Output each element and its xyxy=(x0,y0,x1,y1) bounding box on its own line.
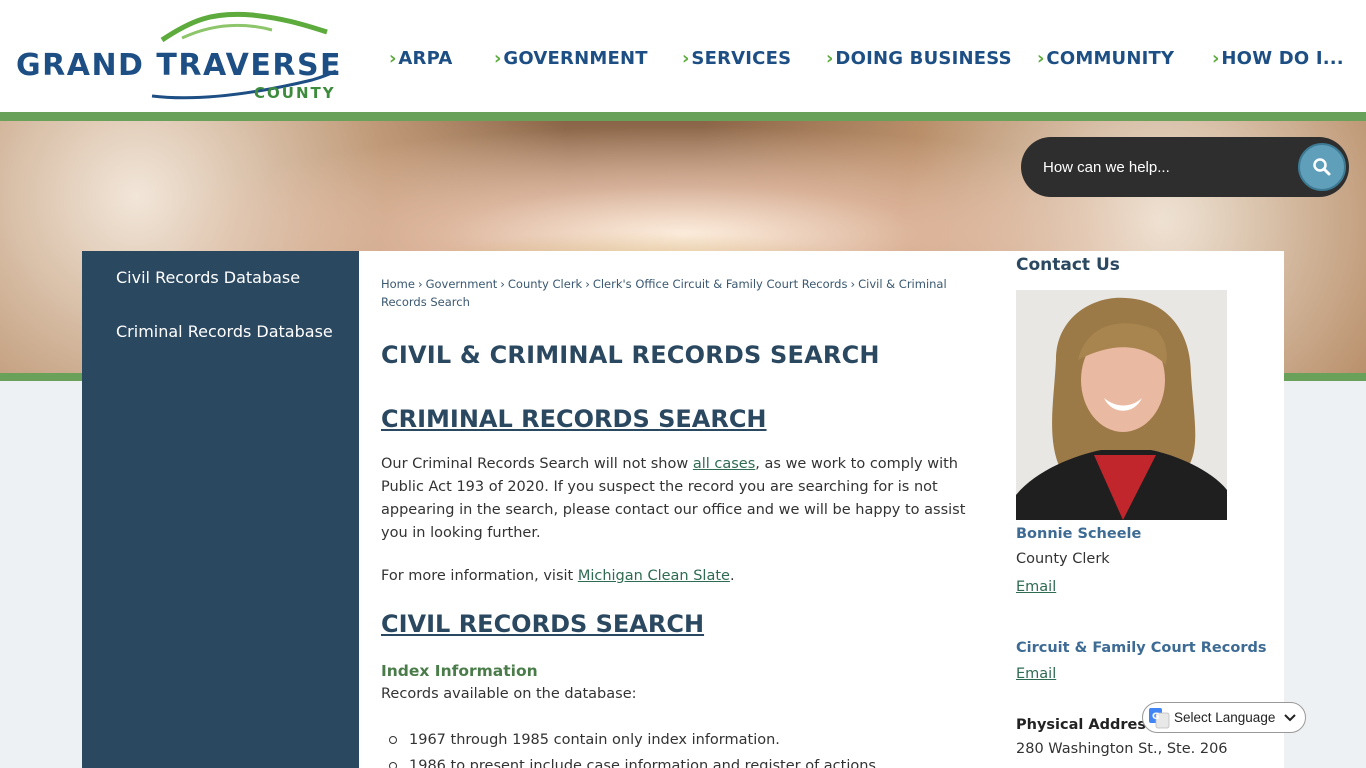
list-item: 1986 to present include case information… xyxy=(381,753,981,768)
breadcrumb-county-clerk[interactable]: County Clerk xyxy=(508,277,582,291)
svg-text:G: G xyxy=(1152,712,1159,722)
breadcrumb-separator: › xyxy=(585,277,590,291)
site-search xyxy=(1021,137,1349,197)
language-select[interactable]: G Select Language xyxy=(1142,702,1306,733)
chevron-right-icon: › xyxy=(826,47,834,69)
physical-address-label: Physical Address xyxy=(1016,717,1155,733)
nav-item-how-do-i[interactable]: › HOW DO I... xyxy=(1212,44,1344,72)
search-input[interactable] xyxy=(1043,153,1293,181)
chevron-right-icon: › xyxy=(682,47,690,69)
department-email-link[interactable]: Email xyxy=(1016,666,1056,682)
index-intro: Records available on the database: xyxy=(381,686,637,702)
nav-item-arpa[interactable]: › ARPA xyxy=(389,44,452,72)
breadcrumb-clerks-office[interactable]: Clerk's Office Circuit & Family Court Re… xyxy=(593,277,848,291)
breadcrumb: Home › Government › County Clerk › Clerk's Off… xyxy=(381,275,951,311)
sidebar-item-criminal-records[interactable]: Criminal Records Database xyxy=(116,319,336,344)
criminal-records-heading[interactable]: CRIMINAL RECORDS SEARCH xyxy=(381,405,767,433)
civil-records-heading[interactable]: CIVIL RECORDS SEARCH xyxy=(381,610,704,638)
sidebar-item-civil-records[interactable]: Civil Records Database xyxy=(116,265,336,290)
search-button[interactable] xyxy=(1298,143,1346,191)
contact-panel: Contact Us Bonnie Scheele County Clerk E… xyxy=(1001,251,1284,768)
chevron-right-icon: › xyxy=(1037,47,1045,69)
nav-label: COMMUNITY xyxy=(1046,47,1175,69)
physical-address-line: 280 Washington St., Ste. 206 xyxy=(1016,741,1228,757)
index-list: 1967 through 1985 contain only index inf… xyxy=(381,727,981,768)
michigan-clean-slate-link[interactable]: Michigan Clean Slate xyxy=(578,568,730,584)
chevron-right-icon: › xyxy=(389,47,397,69)
nav-item-government[interactable]: › GOVERNMENT xyxy=(494,44,648,72)
chevron-down-icon xyxy=(1284,713,1297,721)
clean-slate-text: For more information, visit xyxy=(381,568,578,584)
main-content: Home › Government › County Clerk › Clerk's Off… xyxy=(359,251,1001,768)
chevron-right-icon: › xyxy=(1212,47,1220,69)
criminal-text-start: Our Criminal Records Search will not sho… xyxy=(381,456,693,472)
clean-slate-period: . xyxy=(729,568,735,584)
logo-subtitle: COUNTY xyxy=(254,84,336,102)
contact-name[interactable]: Bonnie Scheele xyxy=(1016,526,1141,542)
chevron-right-icon: › xyxy=(494,47,502,69)
main-nav: › ARPA › GOVERNMENT › SERVICES › DOING B… xyxy=(0,44,1366,74)
breadcrumb-separator: › xyxy=(417,277,423,291)
department-name[interactable]: Circuit & Family Court Records xyxy=(1016,640,1267,656)
index-information-heading: Index Information xyxy=(381,662,538,680)
clean-slate-paragraph: For more information, visit Michigan Cle… xyxy=(381,565,991,588)
contact-photo xyxy=(1016,290,1227,520)
criminal-paragraph: Our Criminal Records Search will not sho… xyxy=(381,453,991,545)
nav-label: SERVICES xyxy=(691,47,792,69)
breadcrumb-separator: › xyxy=(850,277,856,291)
nav-label: GOVERNMENT xyxy=(503,47,648,69)
language-select-label: Select Language xyxy=(1174,710,1276,725)
google-translate-icon: G xyxy=(1149,707,1170,728)
all-cases-link[interactable]: all cases xyxy=(693,456,755,472)
breadcrumb-government[interactable]: Government xyxy=(426,277,498,291)
header-divider xyxy=(0,112,1366,121)
search-icon xyxy=(1313,158,1331,176)
nav-item-services[interactable]: › SERVICES xyxy=(682,44,791,72)
nav-item-doing-business[interactable]: › DOING BUSINESS xyxy=(826,44,1012,72)
contact-role: County Clerk xyxy=(1016,551,1110,567)
contact-email-link[interactable]: Email xyxy=(1016,579,1056,595)
page-title: CIVIL & CRIMINAL RECORDS SEARCH xyxy=(381,341,880,369)
contact-us-title: Contact Us xyxy=(1016,255,1120,275)
breadcrumb-home[interactable]: Home xyxy=(381,277,415,291)
sidebar: Civil Records Database Criminal Records … xyxy=(82,251,359,768)
nav-label: HOW DO I... xyxy=(1221,47,1344,69)
nav-label: DOING BUSINESS xyxy=(835,47,1012,69)
breadcrumb-separator: › xyxy=(500,277,505,291)
nav-label: ARPA xyxy=(398,47,453,69)
site-header: GRAND TRAVERSE COUNTY › ARPA › GOVERNMEN… xyxy=(0,0,1366,112)
list-item: 1967 through 1985 contain only index inf… xyxy=(381,727,981,753)
nav-item-community[interactable]: › COMMUNITY xyxy=(1037,44,1174,72)
